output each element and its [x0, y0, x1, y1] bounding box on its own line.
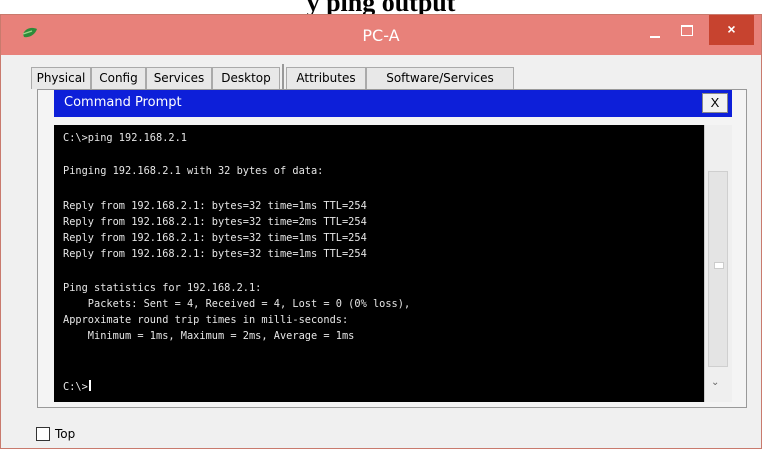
tab-services[interactable]: Services [146, 67, 212, 89]
maximize-button[interactable] [677, 21, 697, 41]
terminal-line: C:\>ping 192.168.2.1 [63, 132, 187, 144]
terminal-prompt: C:\> [63, 381, 88, 393]
terminal-line: Reply from 192.168.2.1: bytes=32 time=1m… [63, 232, 367, 244]
chevron-down-icon[interactable]: ⌄ [711, 377, 719, 388]
scrollbar-thumb[interactable] [708, 171, 728, 367]
terminal-line: Reply from 192.168.2.1: bytes=32 time=1m… [63, 248, 367, 260]
command-prompt-titlebar: Command Prompt X [54, 90, 732, 117]
title-bar[interactable]: PC-A × [1, 15, 761, 55]
command-prompt-close-button[interactable]: X [702, 93, 728, 113]
terminal-line: Ping statistics for 192.168.2.1: [63, 282, 262, 294]
terminal-line: Reply from 192.168.2.1: bytes=32 time=1m… [63, 200, 367, 212]
text-cursor [88, 380, 91, 391]
tab-software-services[interactable]: Software/Services [366, 67, 514, 89]
tab-config[interactable]: Config [91, 67, 146, 89]
minimize-button[interactable] [645, 23, 665, 43]
terminal-output[interactable]: C:\>ping 192.168.2.1 Pinging 192.168.2.1… [54, 125, 704, 402]
tab-physical[interactable]: Physical [31, 67, 91, 89]
tab-attributes[interactable]: Attributes [286, 67, 366, 89]
terminal-prompt-line[interactable]: C:\> [63, 380, 91, 393]
terminal-line: Reply from 192.168.2.1: bytes=32 time=2m… [63, 216, 367, 228]
top-checkbox-label: Top [55, 427, 76, 441]
terminal-line: Pinging 192.168.2.1 with 32 bytes of dat… [63, 165, 324, 177]
terminal-line: Packets: Sent = 4, Received = 4, Lost = … [63, 298, 411, 310]
terminal-scrollbar[interactable]: ⌄ [704, 125, 732, 402]
terminal-line: Approximate round trip times in milli-se… [63, 314, 349, 326]
command-prompt-title: Command Prompt [64, 95, 182, 110]
top-checkbox[interactable] [36, 427, 50, 441]
close-button[interactable]: × [709, 15, 754, 45]
tab-desktop[interactable]: Desktop [212, 67, 280, 89]
terminal-line: Minimum = 1ms, Maximum = 2ms, Average = … [63, 330, 355, 342]
